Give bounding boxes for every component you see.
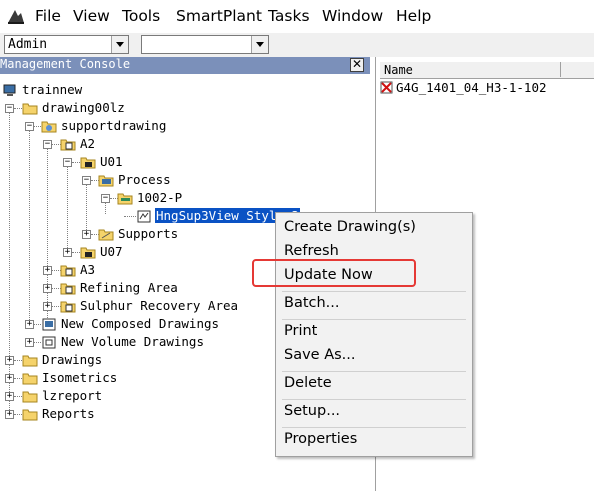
collapse-toggle[interactable]: − bbox=[5, 104, 14, 113]
collapse-toggle[interactable]: − bbox=[101, 194, 110, 203]
context-menu: Create Drawing(s) Refresh Update Now Bat… bbox=[275, 212, 473, 457]
menu-tasks[interactable]: Tasks bbox=[268, 7, 310, 25]
tree-node-a2[interactable]: A2 bbox=[80, 136, 95, 151]
area-folder-icon bbox=[60, 139, 76, 151]
area-folder-icon bbox=[60, 265, 76, 277]
expand-toggle[interactable]: + bbox=[5, 356, 14, 365]
menu-item-delete[interactable]: Delete bbox=[284, 375, 332, 391]
menu-separator bbox=[282, 399, 466, 400]
expand-toggle[interactable]: + bbox=[25, 320, 34, 329]
user-role-value: Admin bbox=[8, 37, 48, 52]
folder-icon bbox=[22, 373, 38, 385]
tree-node-new-composed-drawings[interactable]: New Composed Drawings bbox=[61, 316, 219, 331]
chevron-down-icon[interactable] bbox=[251, 36, 268, 53]
folder-open-icon bbox=[22, 103, 38, 115]
folder-icon bbox=[22, 355, 38, 367]
unit-folder-icon bbox=[80, 247, 96, 259]
collapse-toggle[interactable]: − bbox=[82, 176, 91, 185]
menu-item-batch[interactable]: Batch... bbox=[284, 295, 340, 311]
list-item-label: G4G_1401_04_H3-1-102 bbox=[396, 80, 547, 95]
close-icon[interactable]: ✕ bbox=[350, 58, 364, 72]
menu-view[interactable]: View bbox=[73, 7, 110, 25]
menu-separator bbox=[282, 427, 466, 428]
menu-item-save-as[interactable]: Save As... bbox=[284, 347, 356, 363]
tree-node-u01[interactable]: U01 bbox=[100, 154, 123, 169]
expand-toggle[interactable]: + bbox=[82, 230, 91, 239]
tree-node-drawings[interactable]: Drawings bbox=[42, 352, 102, 367]
menu-item-setup[interactable]: Setup... bbox=[284, 403, 340, 419]
expand-toggle[interactable]: + bbox=[25, 338, 34, 347]
out-of-date-drawing-icon bbox=[380, 81, 393, 94]
collapse-toggle[interactable]: − bbox=[43, 140, 52, 149]
folder-icon bbox=[22, 409, 38, 421]
folder-icon bbox=[22, 391, 38, 403]
menu-separator bbox=[282, 371, 466, 372]
menu-separator bbox=[282, 291, 466, 292]
tree-node-lzreport[interactable]: lzreport bbox=[42, 388, 102, 403]
process-folder-icon bbox=[98, 175, 114, 187]
app-icon bbox=[8, 10, 24, 24]
tree-node-refining-area[interactable]: Refining Area bbox=[80, 280, 178, 295]
expand-toggle[interactable]: + bbox=[43, 266, 52, 275]
menu-item-properties[interactable]: Properties bbox=[284, 431, 357, 447]
expand-toggle[interactable]: + bbox=[43, 302, 52, 311]
column-header-label: Name bbox=[384, 63, 413, 77]
menu-separator bbox=[282, 319, 466, 320]
tree-node-reports[interactable]: Reports bbox=[42, 406, 95, 421]
toolbar: Admin bbox=[0, 33, 594, 57]
collapse-toggle[interactable]: − bbox=[63, 158, 72, 167]
menu-file[interactable]: File bbox=[35, 7, 61, 25]
menu-smartplant[interactable]: SmartPlant bbox=[176, 7, 262, 25]
tree-node-a3[interactable]: A3 bbox=[80, 262, 95, 277]
composed-drawings-icon bbox=[42, 318, 56, 331]
collapse-toggle[interactable]: − bbox=[25, 122, 34, 131]
menu-item-create-drawings[interactable]: Create Drawing(s) bbox=[284, 219, 416, 235]
tree-node-sulphur-recovery-area[interactable]: Sulphur Recovery Area bbox=[80, 298, 238, 313]
tree-node-new-volume-drawings[interactable]: New Volume Drawings bbox=[61, 334, 204, 349]
drawing-view-icon bbox=[137, 210, 151, 223]
menu-item-print[interactable]: Print bbox=[284, 323, 317, 339]
chevron-down-icon[interactable] bbox=[111, 36, 128, 53]
filter-combo[interactable] bbox=[141, 35, 269, 54]
expand-toggle[interactable]: + bbox=[5, 392, 14, 401]
tree-node-process[interactable]: Process bbox=[118, 172, 171, 187]
user-role-combo[interactable]: Admin bbox=[4, 35, 129, 54]
support-folder-icon bbox=[41, 121, 57, 133]
tree-node-isometrics[interactable]: Isometrics bbox=[42, 370, 117, 385]
pane-title: Management Console bbox=[0, 57, 131, 71]
menu-window[interactable]: Window bbox=[322, 7, 383, 25]
highlight-annotation-box bbox=[252, 259, 416, 287]
expand-toggle[interactable]: + bbox=[5, 410, 14, 419]
pane-title-bar: Management Console ✕ bbox=[0, 57, 370, 74]
expand-toggle[interactable]: + bbox=[43, 284, 52, 293]
volume-drawings-icon bbox=[42, 336, 56, 349]
server-icon bbox=[3, 84, 16, 96]
tree-node-u07[interactable]: U07 bbox=[100, 244, 123, 259]
expand-toggle[interactable]: + bbox=[5, 374, 14, 383]
area-folder-icon bbox=[60, 301, 76, 313]
supports-folder-icon bbox=[98, 229, 114, 241]
list-header: Name bbox=[380, 61, 594, 79]
expand-toggle[interactable]: + bbox=[63, 248, 72, 257]
menu-help[interactable]: Help bbox=[396, 7, 431, 25]
menu-item-refresh[interactable]: Refresh bbox=[284, 243, 339, 259]
tree-node-supports[interactable]: Supports bbox=[118, 226, 178, 241]
tree-node-1002p[interactable]: 1002-P bbox=[137, 190, 182, 205]
tree-node-supportdrawing[interactable]: supportdrawing bbox=[61, 118, 166, 133]
column-header-name[interactable]: Name bbox=[380, 62, 561, 77]
unit-folder-icon bbox=[80, 157, 96, 169]
pipeline-folder-icon bbox=[117, 193, 133, 205]
tree-node-drawing00lz[interactable]: drawing00lz bbox=[42, 100, 125, 115]
area-folder-icon bbox=[60, 283, 76, 295]
tree-node-trainnew[interactable]: trainnew bbox=[22, 82, 82, 97]
menu-tools[interactable]: Tools bbox=[122, 7, 160, 25]
menu-bar: File View Tools SmartPlant Tasks Window … bbox=[0, 0, 594, 33]
